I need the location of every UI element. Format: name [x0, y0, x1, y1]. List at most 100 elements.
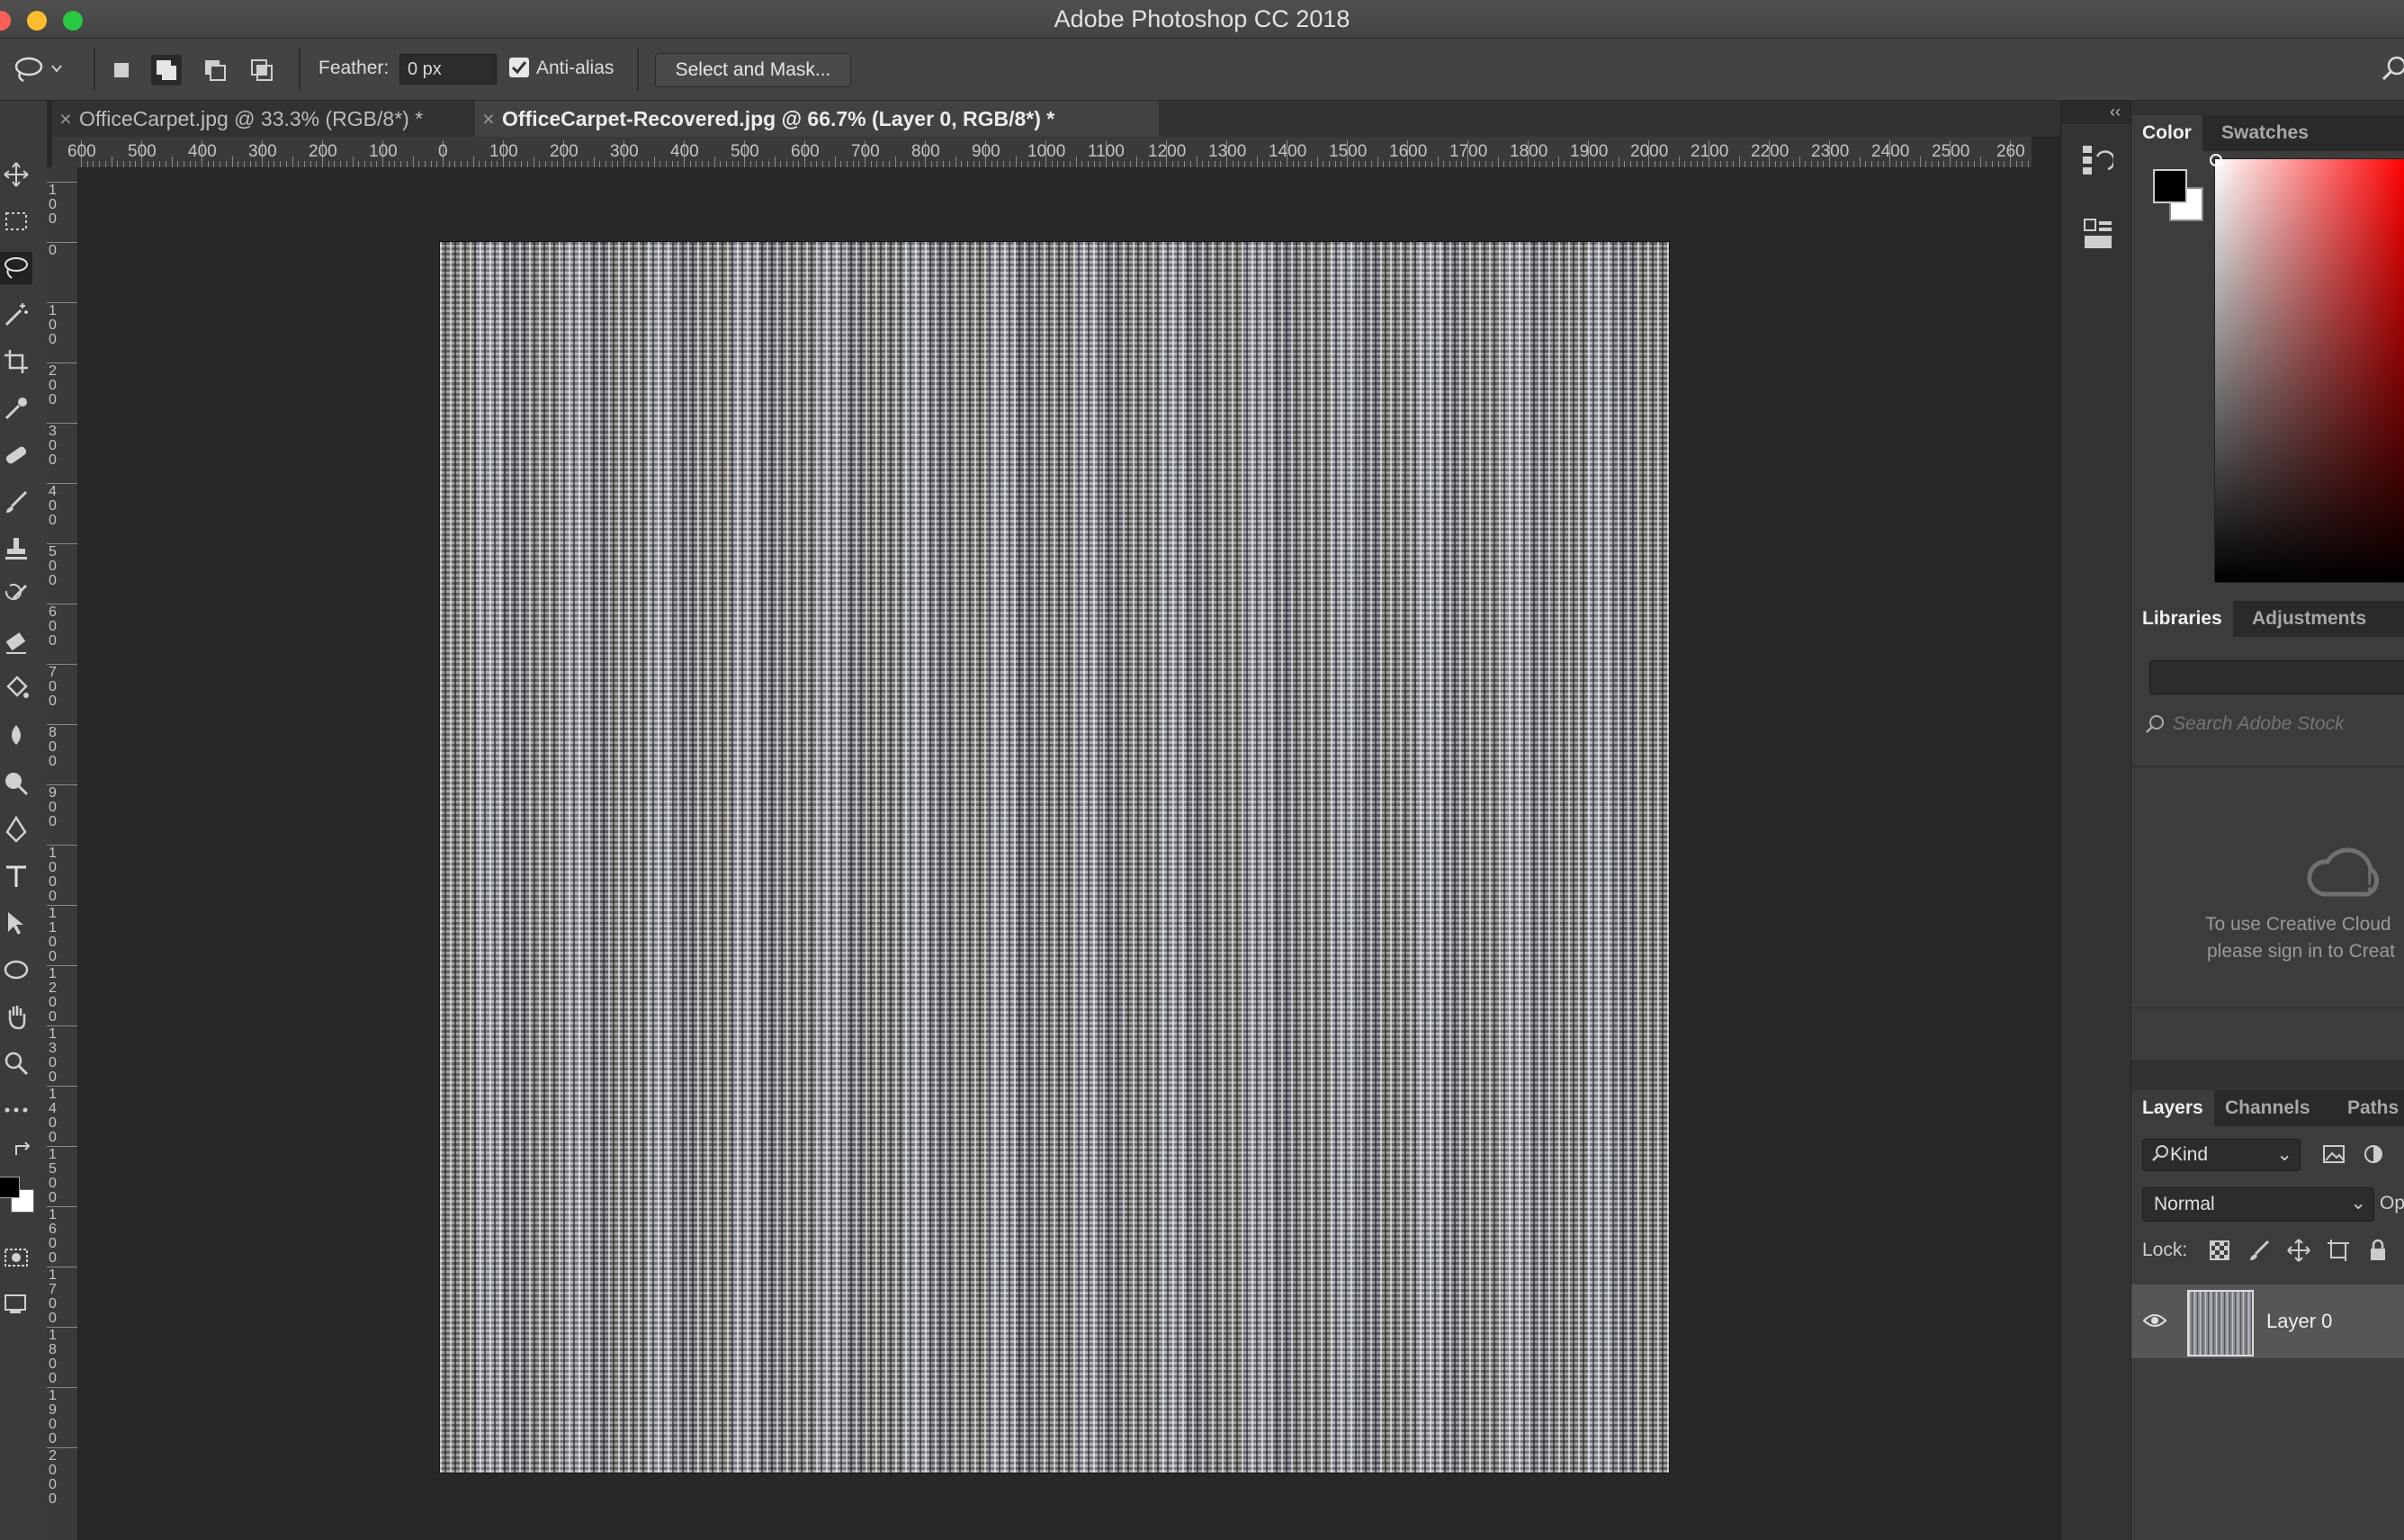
- close-tab-icon[interactable]: ×: [475, 101, 502, 137]
- ruler-minor-tick: [767, 161, 769, 167]
- tab-layers[interactable]: Layers: [2131, 1090, 2214, 1126]
- foreground-color-swatch[interactable]: [0, 1177, 20, 1198]
- zoom-tool[interactable]: [0, 1047, 32, 1079]
- tab-swatches[interactable]: Swatches: [2211, 115, 2319, 151]
- ruler-minor-tick: [327, 161, 329, 167]
- search-icon[interactable]: [2381, 55, 2404, 86]
- ruler-minor-tick: [846, 161, 848, 167]
- lock-position-icon[interactable]: [2286, 1238, 2311, 1267]
- ruler-label: 1900: [1570, 142, 1609, 161]
- path-selection-tool[interactable]: [0, 907, 32, 939]
- eyedropper-tool[interactable]: [0, 392, 32, 425]
- ruler-label: 300: [49, 424, 57, 468]
- lasso-tool-preset-picker[interactable]: [13, 53, 67, 85]
- ruler-minor-tick: [1425, 161, 1427, 167]
- tab-adjustments[interactable]: Adjustments: [2241, 601, 2377, 637]
- ruler-minor-tick: [1093, 161, 1095, 167]
- ruler-minor-tick: [1388, 161, 1390, 167]
- quick-selection-tool[interactable]: [0, 299, 32, 331]
- properties-panel-icon[interactable]: [2081, 216, 2113, 256]
- paint-bucket-tool[interactable]: [0, 673, 32, 705]
- ruler-label: 100: [489, 142, 518, 161]
- ellipse-tool[interactable]: [0, 954, 32, 986]
- ruler-minor-tick: [1491, 161, 1493, 167]
- select-and-mask-button[interactable]: Select and Mask...: [655, 53, 851, 87]
- ruler-minor-tick: [1310, 161, 1312, 167]
- ruler-minor-tick: [1600, 161, 1601, 167]
- eraser-tool[interactable]: [0, 626, 32, 658]
- lock-artboard-icon[interactable]: [2326, 1238, 2351, 1267]
- lasso-tool[interactable]: [0, 252, 32, 284]
- pen-tool[interactable]: [0, 813, 32, 846]
- color-picker-cursor[interactable]: [2210, 154, 2222, 166]
- ruler-minor-tick: [1147, 161, 1149, 167]
- antialias-checkbox[interactable]: [509, 58, 529, 77]
- color-picker-field[interactable]: [2210, 154, 2404, 583]
- document-image[interactable]: [439, 241, 1670, 1473]
- ruler-minor-tick: [490, 161, 492, 167]
- swap-colors-button[interactable]: [13, 1137, 36, 1160]
- ruler-minor-tick: [280, 161, 282, 167]
- layer-name[interactable]: Layer 0: [2266, 1310, 2332, 1333]
- ruler-label: 1500: [1329, 142, 1368, 161]
- close-tab-icon[interactable]: ×: [52, 101, 79, 137]
- lock-image-pixels-icon[interactable]: [2247, 1238, 2272, 1267]
- history-panel-icon[interactable]: [2081, 142, 2116, 183]
- color-panel-foreground-swatch[interactable]: [2153, 169, 2187, 203]
- ruler-minor-tick: [1943, 161, 1945, 167]
- tab-label: OfficeCarpet-Recovered.jpg @ 66.7% (Laye…: [502, 107, 1055, 130]
- ruler-minor-tick: [86, 161, 88, 167]
- lock-transparent-pixels-icon[interactable]: [2207, 1238, 2232, 1267]
- marquee-tool[interactable]: [0, 205, 32, 237]
- tab-libraries[interactable]: Libraries: [2131, 601, 2233, 637]
- collapse-chevron-icon[interactable]: ‹‹: [2110, 103, 2121, 121]
- type-tool[interactable]: [0, 860, 32, 892]
- intersect-selection-button[interactable]: [247, 55, 277, 85]
- ruler-minor-tick: [1714, 161, 1716, 167]
- tab-channels[interactable]: Channels: [2214, 1090, 2321, 1126]
- quick-mask-button[interactable]: [0, 1241, 32, 1274]
- brush-tool[interactable]: [0, 486, 32, 518]
- ruler-minor-tick: [762, 161, 764, 167]
- stock-search-input[interactable]: [2171, 709, 2404, 739]
- more-tools-button[interactable]: [0, 1094, 32, 1126]
- screen-mode-button[interactable]: [0, 1288, 32, 1321]
- dodge-tool[interactable]: [0, 766, 32, 799]
- ruler-minor-tick: [1063, 161, 1065, 167]
- eyedropper-icon: [4, 398, 27, 420]
- history-brush-tool[interactable]: [0, 579, 32, 612]
- subtract-from-selection-button[interactable]: [200, 55, 230, 85]
- ruler-minor-tick: [345, 161, 347, 167]
- filter-adjustment-layers-icon[interactable]: [2362, 1142, 2385, 1170]
- ruler-minor-tick: [267, 161, 269, 167]
- add-to-selection-button[interactable]: [151, 55, 182, 85]
- ruler-minor-tick: [1792, 161, 1794, 167]
- ruler-minor-tick: [104, 161, 106, 167]
- library-select-dropdown[interactable]: [2149, 660, 2404, 694]
- blur-tool[interactable]: [0, 720, 32, 752]
- ruler-minor-tick: [153, 161, 155, 167]
- lock-all-icon[interactable]: [2365, 1238, 2391, 1267]
- ruler-minor-tick: [731, 161, 733, 167]
- crop-tool[interactable]: [0, 345, 32, 378]
- ruler-minor-tick: [479, 161, 480, 167]
- ruler-minor-tick: [207, 161, 209, 167]
- document-tab[interactable]: × OfficeCarpet.jpg @ 33.3% (RGB/8*) *: [52, 101, 468, 137]
- new-selection-button[interactable]: [106, 55, 137, 85]
- tab-color[interactable]: Color: [2131, 115, 2202, 151]
- tab-paths[interactable]: Paths: [2337, 1090, 2404, 1126]
- move-tool[interactable]: [0, 158, 32, 191]
- ruler-label: 600: [49, 604, 57, 649]
- feather-input[interactable]: [399, 54, 497, 85]
- hand-tool[interactable]: [0, 1000, 32, 1033]
- healing-brush-tool[interactable]: [0, 439, 32, 471]
- eye-icon[interactable]: [2142, 1308, 2167, 1338]
- document-tab-active[interactable]: × OfficeCarpet-Recovered.jpg @ 66.7% (Lay…: [475, 101, 1159, 137]
- blend-mode-dropdown[interactable]: Normal ⌄: [2142, 1187, 2374, 1222]
- clone-stamp-tool[interactable]: [0, 533, 32, 565]
- ruler-minor-tick: [997, 161, 999, 167]
- filter-pixel-layers-icon[interactable]: [2322, 1142, 2346, 1170]
- layer-row[interactable]: Layer 0: [2131, 1285, 2404, 1358]
- ruler-minor-tick: [1142, 161, 1144, 167]
- layer-filter-dropdown[interactable]: Kind ⌄: [2142, 1139, 2301, 1171]
